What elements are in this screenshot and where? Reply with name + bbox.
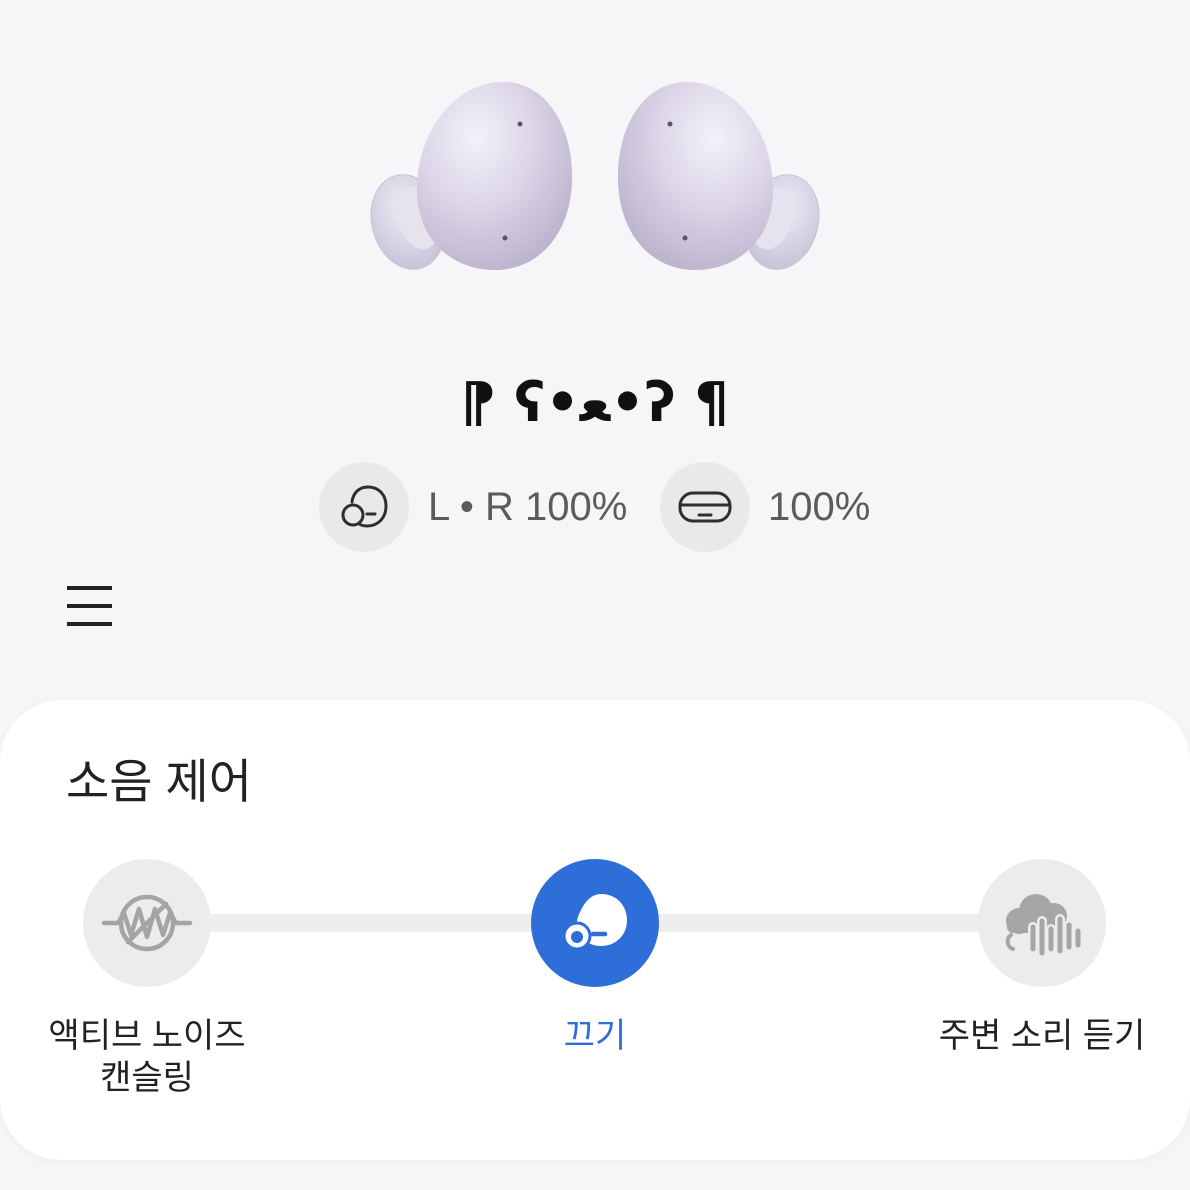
menu-icon bbox=[67, 586, 112, 626]
option-off[interactable]: 끄기 bbox=[465, 859, 725, 1059]
right-earbud bbox=[617, 81, 820, 270]
ambient-sound-button[interactable] bbox=[978, 859, 1106, 987]
charging-case-icon bbox=[678, 491, 732, 523]
left-earbud bbox=[370, 81, 573, 270]
option-label-line: 주변 소리 듣기 bbox=[938, 1017, 1146, 1055]
option-label-line: 캔슬링 bbox=[100, 1059, 194, 1097]
earbuds-battery-level: L • R 100% bbox=[428, 485, 628, 529]
option-active-noise-canceling[interactable]: 액티브 노이즈 캔슬링 bbox=[17, 859, 277, 1097]
option-label: 주변 소리 듣기 bbox=[912, 1015, 1172, 1057]
off-button[interactable] bbox=[531, 859, 659, 987]
menu-button[interactable] bbox=[60, 578, 120, 634]
option-label-line: 끄기 bbox=[563, 1017, 627, 1055]
noise-control-title: 소음 제어 bbox=[66, 755, 253, 808]
earbuds-icon bbox=[341, 485, 388, 528]
active-noise-canceling-button[interactable] bbox=[83, 859, 211, 987]
earbuds-battery-badge bbox=[319, 462, 409, 552]
option-label: 액티브 노이즈 캔슬링 bbox=[17, 1015, 277, 1099]
device-name: ⁋ ʕ•ﻌ•ʔ ¶ bbox=[461, 371, 729, 434]
option-label-line: 액티브 노이즈 bbox=[48, 1017, 246, 1055]
case-battery-badge bbox=[660, 462, 750, 552]
option-label: 끄기 bbox=[465, 1015, 725, 1057]
active-noise-canceling-icon bbox=[101, 894, 193, 952]
earbud-off-icon bbox=[562, 894, 627, 951]
earbuds-image bbox=[370, 81, 820, 270]
case-battery-level: 100% bbox=[768, 485, 871, 529]
noise-control-card: 소음 제어 액티브 노이즈 캔슬링 끄기 주변 소리 듣기 bbox=[0, 700, 1190, 1160]
option-ambient-sound[interactable]: 주변 소리 듣기 bbox=[912, 859, 1172, 1059]
ambient-sound-icon bbox=[1005, 894, 1083, 957]
